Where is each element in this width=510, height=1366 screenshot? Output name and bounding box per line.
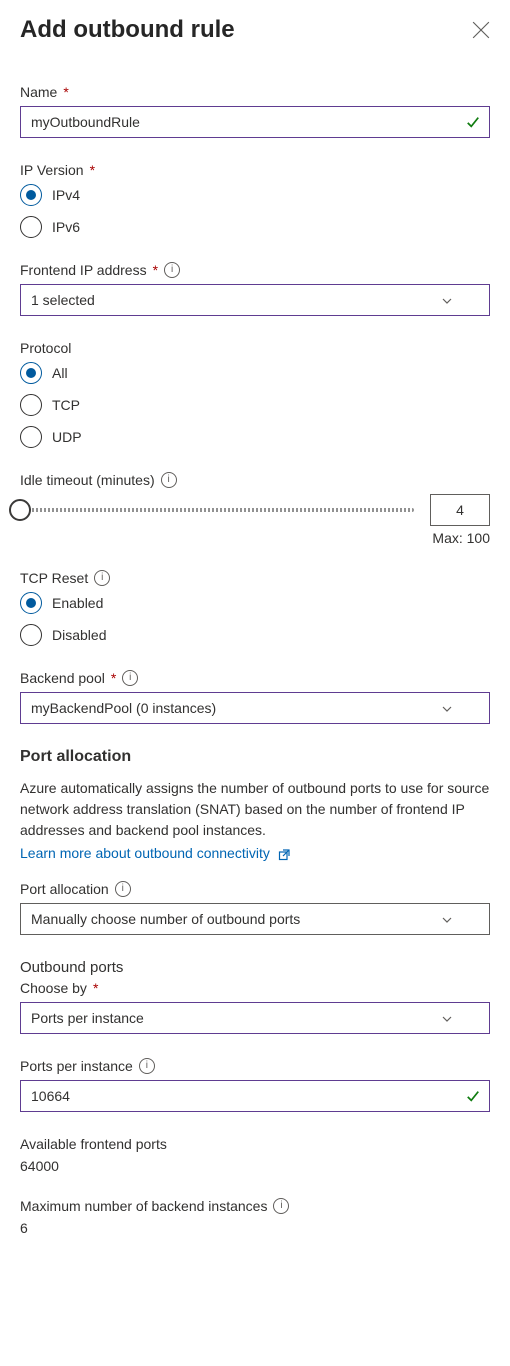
info-icon[interactable]: i bbox=[139, 1058, 155, 1074]
required-asterisk: * bbox=[93, 980, 98, 996]
port-allocation-heading: Port allocation bbox=[20, 748, 490, 766]
ports-per-instance-label: Ports per instance bbox=[20, 1058, 133, 1074]
chevron-down-icon bbox=[441, 913, 453, 925]
radio-tcpreset-disabled[interactable]: Disabled bbox=[20, 624, 490, 646]
radio-icon bbox=[20, 426, 42, 448]
panel-title: Add outbound rule bbox=[20, 16, 235, 44]
select-value: Manually choose number of outbound ports bbox=[31, 911, 300, 927]
outbound-ports-heading: Outbound ports bbox=[20, 959, 490, 976]
radio-label: All bbox=[52, 365, 68, 381]
select-value: myBackendPool (0 instances) bbox=[31, 700, 216, 716]
radio-protocol-udp[interactable]: UDP bbox=[20, 426, 490, 448]
radio-icon bbox=[20, 624, 42, 646]
ports-per-instance-input[interactable] bbox=[20, 1080, 490, 1112]
idle-timeout-label: Idle timeout (minutes) bbox=[20, 472, 155, 488]
info-icon[interactable]: i bbox=[122, 670, 138, 686]
name-label: Name bbox=[20, 84, 57, 100]
learn-more-link[interactable]: Learn more about outbound connectivity bbox=[20, 845, 270, 861]
radio-icon bbox=[20, 184, 42, 206]
port-allocation-select[interactable]: Manually choose number of outbound ports bbox=[20, 903, 490, 935]
check-icon bbox=[466, 115, 480, 129]
external-link-icon bbox=[278, 848, 290, 860]
name-input[interactable] bbox=[20, 106, 490, 138]
chevron-down-icon bbox=[441, 1012, 453, 1024]
radio-protocol-all[interactable]: All bbox=[20, 362, 490, 384]
backend-pool-label: Backend pool bbox=[20, 670, 105, 686]
protocol-label: Protocol bbox=[20, 340, 71, 356]
chevron-down-icon bbox=[441, 294, 453, 306]
radio-tcpreset-enabled[interactable]: Enabled bbox=[20, 592, 490, 614]
radio-icon bbox=[20, 592, 42, 614]
radio-label: Enabled bbox=[52, 595, 103, 611]
available-ports-label: Available frontend ports bbox=[20, 1136, 167, 1152]
required-asterisk: * bbox=[90, 162, 95, 178]
radio-icon bbox=[20, 394, 42, 416]
radio-ipv6[interactable]: IPv6 bbox=[20, 216, 490, 238]
chevron-down-icon bbox=[441, 702, 453, 714]
required-asterisk: * bbox=[153, 262, 158, 278]
max-backend-label: Maximum number of backend instances bbox=[20, 1198, 267, 1214]
slider-thumb[interactable] bbox=[9, 499, 31, 521]
radio-icon bbox=[20, 362, 42, 384]
info-icon[interactable]: i bbox=[94, 570, 110, 586]
info-icon[interactable]: i bbox=[273, 1198, 289, 1214]
radio-label: UDP bbox=[52, 429, 82, 445]
radio-label: Disabled bbox=[52, 627, 106, 643]
info-icon[interactable]: i bbox=[164, 262, 180, 278]
idle-timeout-max: Max: 100 bbox=[20, 530, 490, 546]
tcp-reset-label: TCP Reset bbox=[20, 570, 88, 586]
radio-protocol-tcp[interactable]: TCP bbox=[20, 394, 490, 416]
backend-pool-select[interactable]: myBackendPool (0 instances) bbox=[20, 692, 490, 724]
check-icon bbox=[466, 1089, 480, 1103]
choose-by-label: Choose by bbox=[20, 980, 87, 996]
required-asterisk: * bbox=[111, 670, 116, 686]
available-ports-value: 64000 bbox=[20, 1158, 490, 1174]
port-allocation-description: Azure automatically assigns the number o… bbox=[20, 778, 490, 841]
radio-ipv4[interactable]: IPv4 bbox=[20, 184, 490, 206]
required-asterisk: * bbox=[63, 84, 68, 100]
ip-version-label: IP Version bbox=[20, 162, 84, 178]
info-icon[interactable]: i bbox=[161, 472, 177, 488]
choose-by-select[interactable]: Ports per instance bbox=[20, 1002, 490, 1034]
frontend-ip-label: Frontend IP address bbox=[20, 262, 147, 278]
max-backend-value: 6 bbox=[20, 1220, 490, 1236]
radio-label: TCP bbox=[52, 397, 80, 413]
select-value: 1 selected bbox=[31, 292, 95, 308]
radio-label: IPv4 bbox=[52, 187, 80, 203]
radio-icon bbox=[20, 216, 42, 238]
close-icon[interactable] bbox=[472, 21, 490, 39]
radio-label: IPv6 bbox=[52, 219, 80, 235]
idle-timeout-slider[interactable] bbox=[20, 508, 414, 512]
port-allocation-label: Port allocation bbox=[20, 881, 109, 897]
info-icon[interactable]: i bbox=[115, 881, 131, 897]
select-value: Ports per instance bbox=[31, 1010, 144, 1026]
idle-timeout-value[interactable]: 4 bbox=[430, 494, 490, 526]
frontend-ip-select[interactable]: 1 selected bbox=[20, 284, 490, 316]
